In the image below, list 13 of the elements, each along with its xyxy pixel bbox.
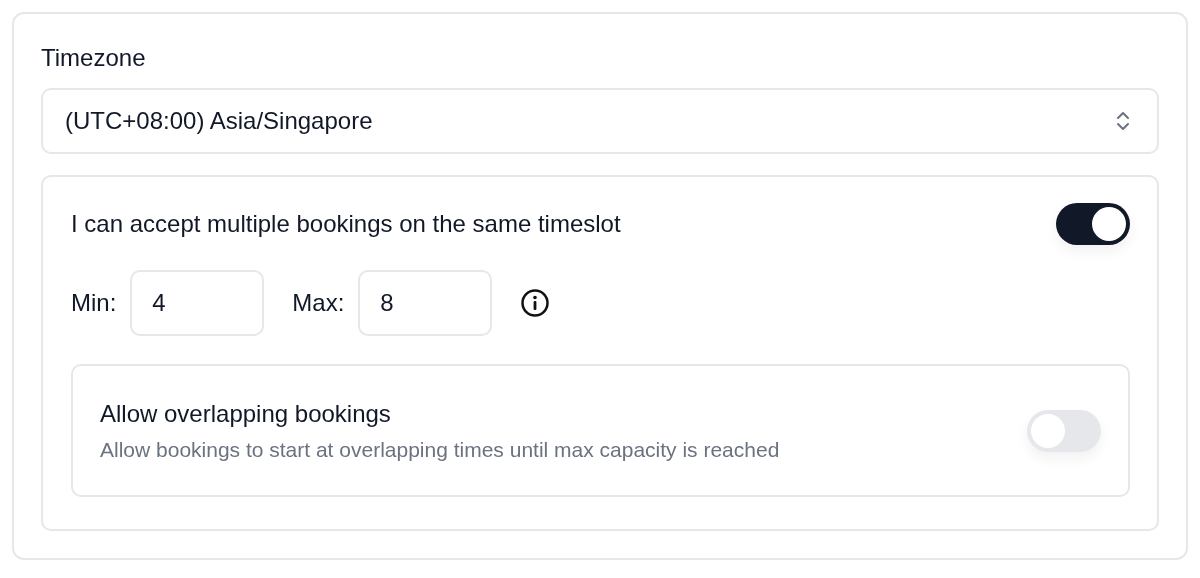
number-field[interactable]: 8 — [358, 270, 493, 336]
toggle-switch[interactable] — [1027, 409, 1101, 452]
setting-title: Allow overlapping bookings — [100, 399, 392, 428]
field-label: Min: — [71, 289, 117, 317]
info-icon[interactable] — [520, 288, 551, 318]
timezone-select[interactable]: (UTC+08:00) Asia/Singapore — [41, 88, 1159, 154]
field-label: Max: — [292, 289, 345, 317]
setting-label: I can accept multiple bookings on the same timeslot — [71, 210, 621, 238]
number-field[interactable]: 4 — [130, 270, 265, 336]
chevron-up-down-icon — [1115, 110, 1131, 132]
field-label: Timezone — [41, 44, 147, 72]
setting-description: Allow bookings to start at overlapping times until max capacity is reached — [100, 437, 780, 462]
toggle-switch[interactable] — [1056, 203, 1130, 245]
